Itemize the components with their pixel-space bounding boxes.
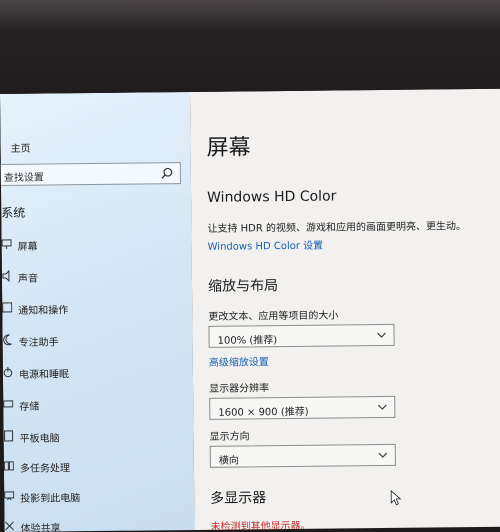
resolution-label: 显示器分辨率 bbox=[209, 383, 270, 395]
sidebar-item-power-sleep[interactable]: 电源和睡眠 bbox=[3, 362, 183, 382]
sidebar-home-link[interactable]: 主页 bbox=[10, 140, 31, 155]
sidebar-item-label: 平板电脑 bbox=[19, 433, 60, 445]
sidebar-item-multitasking[interactable]: 多任务处理 bbox=[3, 456, 184, 476]
orientation-dropdown[interactable]: 横向 bbox=[209, 443, 396, 468]
storage-icon bbox=[3, 400, 14, 408]
sidebar-item-tablet[interactable]: 平板电脑 bbox=[3, 426, 183, 446]
chevron-down-icon bbox=[377, 332, 386, 338]
hdr-heading: Windows HD Color bbox=[207, 188, 337, 206]
project-icon bbox=[4, 491, 15, 501]
notification-icon bbox=[2, 302, 13, 313]
search-box[interactable]: 查找设置 bbox=[0, 162, 181, 187]
multi-display-heading: 多显示器 bbox=[210, 490, 267, 507]
no-display-message: 未检测到其他显示器。 bbox=[210, 520, 311, 532]
sidebar-item-label: 存储 bbox=[19, 401, 40, 413]
scale-layout-heading: 缩放与布局 bbox=[207, 278, 279, 295]
speaker-icon bbox=[2, 269, 10, 282]
multitask-icon bbox=[3, 461, 14, 471]
sidebar-item-label: 声音 bbox=[17, 273, 38, 285]
scale-value: 100% (推荐) bbox=[217, 335, 278, 347]
advanced-scaling-link[interactable]: 高级缩放设置 bbox=[209, 353, 269, 369]
main-content: 屏幕 Windows HD Color 让支持 HDR 的视频、游戏和应用的画面… bbox=[189, 88, 500, 532]
resolution-dropdown[interactable]: 1600 × 900 (推荐) bbox=[209, 395, 396, 420]
orientation-label: 显示方向 bbox=[209, 431, 250, 443]
moon-icon bbox=[3, 334, 12, 346]
sidebar-item-label: 电源和睡眠 bbox=[18, 369, 70, 381]
sidebar-item-notifications[interactable]: 通知和操作 bbox=[2, 298, 182, 318]
sidebar-item-display[interactable]: 屏幕 bbox=[1, 234, 181, 254]
monitor-bezel bbox=[0, 0, 500, 96]
sidebar: 主页 查找设置 系统 屏幕 声音 通知和操作 专注助手 电源和睡眠 存储 平板电… bbox=[0, 92, 195, 532]
share-icon bbox=[5, 521, 14, 531]
hdr-description: 让支持 HDR 的视频、游戏和应用的画面更明亮、更生动。 bbox=[207, 221, 467, 235]
resolution-value: 1600 × 900 (推荐) bbox=[218, 406, 309, 419]
settings-window: 主页 查找设置 系统 屏幕 声音 通知和操作 专注助手 电源和睡眠 存储 平板电… bbox=[0, 88, 500, 532]
power-icon bbox=[3, 366, 13, 378]
hdr-settings-link[interactable]: Windows HD Color 设置 bbox=[208, 237, 324, 253]
orientation-value: 横向 bbox=[218, 455, 239, 467]
page-title: 屏幕 bbox=[206, 135, 251, 161]
chevron-down-icon bbox=[377, 404, 387, 410]
sidebar-item-sound[interactable]: 声音 bbox=[2, 266, 182, 286]
sidebar-item-label: 体验共享 bbox=[20, 523, 61, 532]
search-input[interactable]: 查找设置 bbox=[4, 169, 44, 184]
search-icon[interactable] bbox=[160, 166, 174, 180]
sidebar-item-storage[interactable]: 存储 bbox=[3, 394, 183, 414]
scale-label: 更改文本、应用等项目的大小 bbox=[208, 310, 339, 323]
sidebar-item-label: 屏幕 bbox=[17, 241, 38, 253]
mouse-pointer-icon bbox=[390, 490, 402, 506]
tablet-icon bbox=[4, 430, 14, 442]
sidebar-item-label: 通知和操作 bbox=[18, 305, 69, 317]
sidebar-item-shared-experiences[interactable]: 体验共享 bbox=[4, 516, 184, 532]
monitor-icon bbox=[1, 239, 12, 249]
sidebar-section-title: 系统 bbox=[1, 205, 26, 220]
chevron-down-icon bbox=[378, 452, 388, 458]
sidebar-item-project-to-pc[interactable]: 投影到此电脑 bbox=[4, 486, 184, 506]
sidebar-item-focus-assist[interactable]: 专注助手 bbox=[2, 330, 182, 350]
sidebar-item-label: 专注助手 bbox=[18, 337, 59, 349]
sidebar-item-label: 多任务处理 bbox=[19, 463, 70, 475]
scale-dropdown[interactable]: 100% (推荐) bbox=[208, 323, 395, 348]
sidebar-item-label: 投影到此电脑 bbox=[20, 493, 81, 505]
